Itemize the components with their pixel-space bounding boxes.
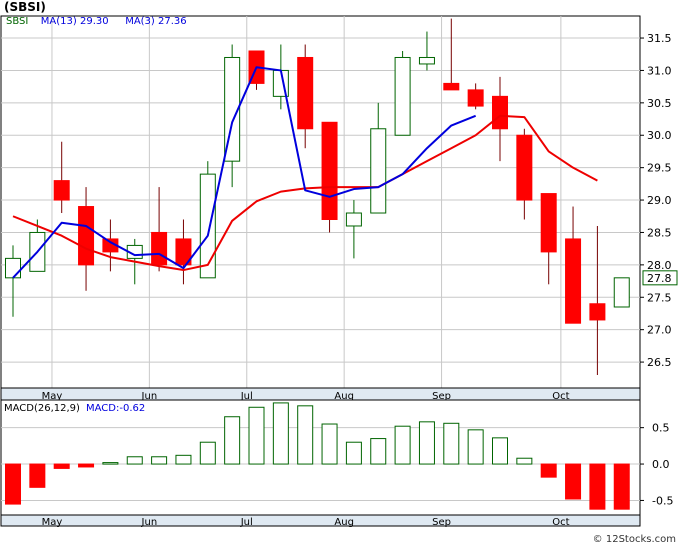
price-month-band: [0, 387, 641, 401]
macd-bar-negative: [540, 463, 557, 478]
macd-value-label: MACD:-0.62: [86, 403, 145, 414]
candle-body-down: [589, 303, 606, 321]
macd-bar-positive: [443, 422, 460, 465]
macd-bar-positive: [272, 402, 289, 465]
candle-body-up: [418, 56, 435, 65]
macd-bar-positive: [151, 456, 168, 465]
candle-body-down: [540, 193, 557, 253]
macd-bar-negative: [565, 463, 582, 500]
macd-bar-positive: [321, 423, 338, 465]
macd-bar-negative: [78, 463, 95, 468]
macd-label: MACD(26,12,9): [4, 403, 80, 414]
site-credit: © 12Stocks.com: [593, 534, 676, 545]
macd-bar-positive: [467, 429, 484, 465]
stock-chart-svg: (SBSI) 26.5 27.0 27.5 28.0 28.5 29.0 29.5 30.0 30…: [0, 0, 678, 545]
legend-entry-0: SBSI: [6, 16, 28, 27]
macd-bar-positive: [102, 462, 119, 465]
chart-title: (SBSI): [4, 0, 46, 14]
candle-body-down: [443, 82, 460, 91]
macd-bar-positive: [492, 437, 508, 465]
price-tick-label: 31.0: [647, 64, 672, 77]
macd-tick-label: 0.0: [652, 458, 670, 471]
macd-bar-positive: [345, 441, 362, 465]
macd-bar-negative: [613, 463, 630, 510]
macd-bar-negative: [5, 463, 21, 505]
macd-bar-positive: [248, 406, 265, 465]
macd-bar-negative: [53, 463, 70, 469]
candle-body-up: [370, 128, 387, 214]
macd-bar-positive: [418, 421, 435, 465]
candle-body-down: [516, 134, 533, 201]
price-tick-label: 30.5: [647, 97, 672, 110]
macd-bar-positive: [297, 405, 314, 465]
candle-body-down: [297, 56, 314, 130]
candle-body-down: [78, 206, 95, 266]
price-tick-label: 28.5: [647, 226, 672, 239]
candle-body-down: [467, 89, 484, 107]
price-tick-label: 26.5: [647, 356, 672, 369]
macd-tick-label: -0.5: [652, 494, 673, 507]
month-label-macd: Aug: [334, 517, 354, 528]
legend-entry-1: MA(13) 29.30: [41, 16, 109, 27]
macd-tick-label: 0.5: [652, 422, 670, 435]
price-tick-label: 30.0: [647, 129, 672, 142]
macd-bar-positive: [394, 425, 411, 465]
candle-body-down: [492, 95, 508, 130]
candle-body-up: [199, 173, 216, 279]
macd-bar-positive: [199, 441, 216, 465]
legend-entry-2: MA(3) 27.36: [125, 16, 186, 27]
macd-bar-negative: [29, 463, 46, 488]
month-label-macd: Sep: [432, 517, 451, 528]
macd-bar-positive: [370, 438, 387, 465]
macd-panel-frame: [0, 399, 641, 516]
candle-body-up: [345, 212, 362, 227]
macd-bar-positive: [224, 416, 241, 465]
candle-body-down: [53, 180, 70, 201]
price-tick-label: 31.5: [647, 32, 672, 45]
month-label-macd: Jul: [240, 517, 253, 528]
macd-bar-positive: [126, 456, 143, 465]
macd-bar-positive: [516, 457, 533, 465]
candle-body-down: [565, 238, 582, 324]
month-label-macd: Jun: [141, 517, 158, 528]
price-tick-label: 28.0: [647, 259, 672, 272]
price-tick-label: 27.5: [647, 291, 672, 304]
month-label-macd: Oct: [552, 517, 569, 528]
candle-body-down: [321, 121, 338, 220]
candle-body-up: [5, 257, 21, 279]
macd-bar-negative: [589, 463, 606, 510]
price-tick-label: 27.0: [647, 324, 672, 337]
last-price-label: 27.8: [647, 272, 672, 285]
price-tick-label: 29.5: [647, 162, 672, 175]
candle-body-up: [394, 56, 411, 136]
candle-body-down: [151, 231, 168, 266]
candle-body-up: [613, 277, 630, 308]
macd-bar-positive: [175, 454, 192, 465]
month-label-macd: May: [42, 517, 63, 528]
stock-chart-canvas: (SBSI) 26.5 27.0 27.5 28.0 28.5 29.0 29.5 30.0 30…: [0, 0, 680, 546]
macd-month-band: [0, 514, 641, 527]
price-tick-label: 29.0: [647, 194, 672, 207]
